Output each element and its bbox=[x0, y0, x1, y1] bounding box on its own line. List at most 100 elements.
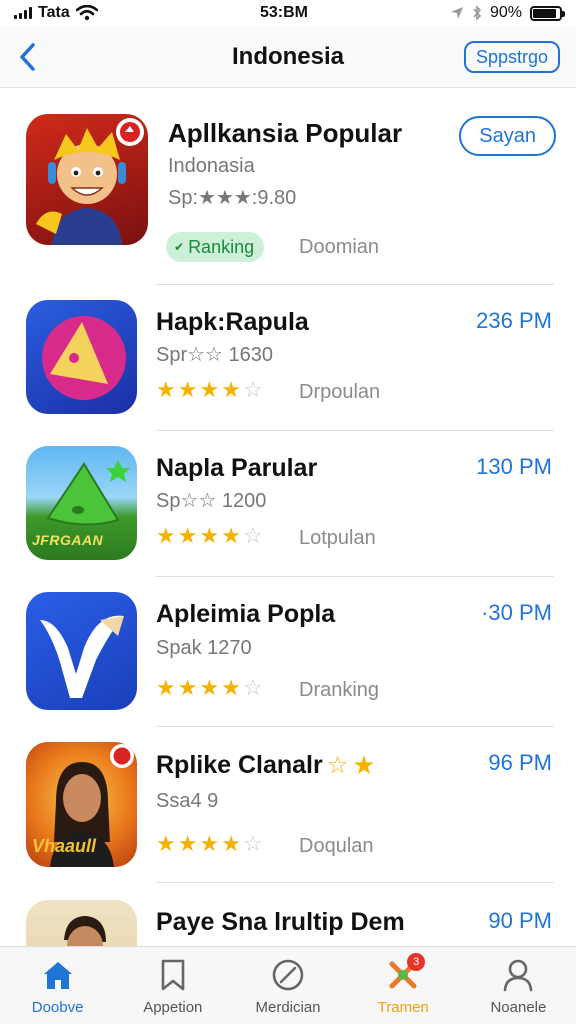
carrier-name: Tata bbox=[38, 4, 70, 21]
battery-percent: 90% bbox=[489, 4, 522, 21]
app-subtitle: Ssa4 9 bbox=[156, 790, 219, 812]
app-time: ·30 PM bbox=[481, 600, 552, 625]
app-icon: Vhaaull bbox=[26, 742, 137, 867]
app-icon-caption: Vhaaull bbox=[32, 836, 97, 856]
check-icon: ✔ bbox=[174, 240, 185, 254]
star-icon: ★ bbox=[221, 523, 241, 548]
star-empty-icon: ☆ bbox=[242, 377, 263, 402]
star-icon: ★ bbox=[199, 377, 220, 402]
app-row[interactable]: JFRGAAN Napla Parular 130 PM Sp☆☆ 1200 ★… bbox=[0, 430, 576, 577]
appstore-button[interactable]: Sppstrgo bbox=[463, 41, 560, 73]
star-icon: ★ bbox=[156, 523, 176, 548]
tab-games[interactable]: 3 Tramen bbox=[346, 947, 461, 1024]
app-icon bbox=[26, 300, 137, 414]
app-row[interactable]: Paye Sna lrultip Dem 90 PM bbox=[0, 882, 576, 946]
compass-icon bbox=[268, 957, 308, 993]
ranking-badge[interactable]: ✔ Ranking bbox=[166, 232, 265, 262]
app-subtitle: Spr☆☆ 1630 bbox=[156, 344, 274, 366]
featured-app-title: Apllkansia Popular bbox=[168, 118, 403, 148]
app-row[interactable]: Apleimia Popla ·30 PM Spak 1270 ★ ★ ★ ★ ☆ Dr… bbox=[0, 576, 576, 727]
app-status: Lotpulan bbox=[299, 527, 376, 549]
notification-badge: 3 bbox=[407, 953, 426, 971]
app-title-text: Rplike Clanalr bbox=[156, 751, 323, 779]
app-title: Rplike Clanalr ☆ ★ bbox=[156, 750, 376, 781]
battery-fill bbox=[533, 8, 557, 18]
tab-label: Tramen bbox=[377, 999, 429, 1016]
star-rating: ★ ★ ★ ★ ☆ bbox=[156, 833, 263, 855]
app-time: 236 PM bbox=[476, 308, 552, 333]
app-title: Napla Parular bbox=[156, 454, 318, 482]
navigation-bar: Indonesia Sppstrgo bbox=[0, 26, 576, 88]
status-left: Tata bbox=[14, 4, 98, 22]
star-outline-icon: ☆ bbox=[326, 752, 349, 779]
star-icon: ★ bbox=[221, 377, 241, 402]
battery-icon bbox=[530, 5, 565, 21]
app-time: 130 PM bbox=[476, 454, 552, 479]
star-rating: ★ ★ ★ ★ ☆ bbox=[156, 525, 263, 547]
star-icon: ★ bbox=[221, 675, 241, 700]
featured-app-icon bbox=[26, 114, 148, 245]
bookmark-icon bbox=[153, 957, 193, 993]
featured-app-status: Doomian bbox=[299, 236, 380, 258]
status-bar: Tata 53:BM 90% bbox=[0, 0, 576, 26]
app-title: Apleimia Popla bbox=[156, 600, 336, 628]
star-icon: ★ bbox=[156, 831, 176, 856]
app-icon bbox=[26, 592, 137, 710]
chevron-left-icon bbox=[20, 43, 35, 71]
star-rating: ★ ★ ★ ★ ☆ bbox=[156, 379, 263, 401]
page-title: Indonesia bbox=[231, 42, 345, 70]
featured-app-rating: Sp:★★★:9.80 bbox=[168, 187, 297, 209]
app-icon-caption: JFRGAAN bbox=[32, 532, 104, 548]
ranking-badge-label: Ranking bbox=[188, 236, 255, 257]
app-row[interactable]: Hapk:Rapula 236 PM Spr☆☆ 1630 ★ ★ ★ ★ ☆ Drpo… bbox=[0, 284, 576, 431]
tab-today[interactable]: Doobve bbox=[0, 947, 115, 1024]
back-button[interactable] bbox=[12, 38, 42, 76]
location-icon bbox=[450, 7, 463, 19]
featured-app-row[interactable]: Apllkansia Popular Sayan Indonasia Sp:★★… bbox=[0, 88, 576, 285]
tab-label: Doobve bbox=[31, 999, 84, 1016]
person-icon bbox=[498, 957, 538, 993]
games-icon: 3 bbox=[383, 953, 426, 993]
star-icon: ★ bbox=[352, 750, 376, 780]
app-title: Paye Sna lrultip Dem bbox=[156, 908, 405, 936]
app-icon bbox=[26, 900, 137, 946]
fork-logo-icon bbox=[40, 615, 124, 698]
app-row[interactable]: Vhaaull Rplike Clanalr ☆ ★ 96 PM Ssa4 9 ★… bbox=[0, 726, 576, 883]
app-time: 96 PM bbox=[488, 750, 552, 775]
tab-discover[interactable]: Merdician bbox=[230, 947, 345, 1024]
star-icon: ★ bbox=[199, 523, 220, 548]
app-time: 90 PM bbox=[488, 908, 552, 933]
star-empty-icon: ☆ bbox=[242, 831, 263, 856]
star-icon: ★ bbox=[156, 377, 176, 402]
bluetooth-icon bbox=[473, 5, 482, 21]
cartoon-character-icon bbox=[36, 118, 144, 245]
get-button[interactable]: Sayan bbox=[459, 116, 556, 156]
star-icon: ★ bbox=[199, 675, 220, 700]
app-list: Apllkansia Popular Sayan Indonasia Sp:★★… bbox=[0, 88, 576, 946]
portrait-icon bbox=[64, 916, 106, 946]
star-icon: ★ bbox=[199, 831, 220, 856]
star-icon: ★ bbox=[177, 523, 198, 548]
app-title: Hapk:Rapula bbox=[156, 308, 309, 336]
signal-icon bbox=[14, 7, 32, 19]
tab-bar: Doobve Appetion Merdician 3 Tramen Noane… bbox=[0, 946, 576, 1024]
star-rating: ★ ★ ★ ★ ☆ bbox=[156, 677, 263, 699]
status-time: 53:BM bbox=[260, 4, 309, 21]
app-status: Doqulan bbox=[299, 835, 374, 857]
app-status: Dranking bbox=[299, 679, 380, 701]
star-icon: ★ bbox=[221, 831, 241, 856]
star-icon: ★ bbox=[156, 675, 176, 700]
tab-label: Merdician bbox=[255, 999, 321, 1016]
featured-app-subtitle: Indonasia bbox=[168, 155, 255, 177]
wifi-icon bbox=[75, 5, 98, 21]
app-subtitle: Sp☆☆ 1200 bbox=[156, 490, 267, 512]
status-right: 90% bbox=[450, 4, 565, 22]
tab-profile[interactable]: Noanele bbox=[461, 947, 576, 1024]
tab-label: Noanele bbox=[490, 999, 547, 1016]
star-icon: ★ bbox=[177, 831, 198, 856]
app-icon: JFRGAAN bbox=[26, 446, 137, 560]
tab-applications[interactable]: Appetion bbox=[115, 947, 230, 1024]
star-empty-icon: ☆ bbox=[242, 675, 263, 700]
star-icon: ★ bbox=[177, 675, 198, 700]
home-icon bbox=[38, 957, 78, 993]
